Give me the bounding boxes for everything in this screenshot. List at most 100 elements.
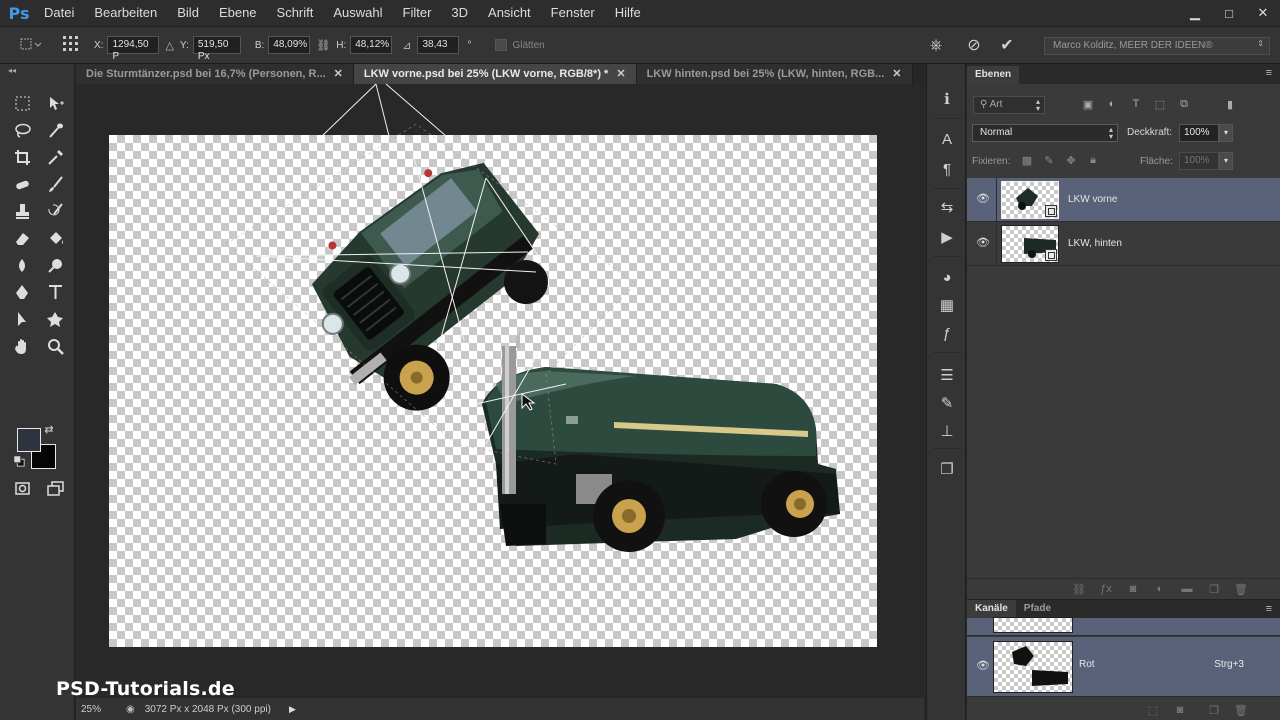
tab-pfade[interactable]: Pfade bbox=[1016, 600, 1059, 618]
opacity-field[interactable]: 100% bbox=[1179, 124, 1219, 142]
channel-row-rgb[interactable] bbox=[967, 617, 1280, 636]
actions-icon[interactable]: ▶ bbox=[936, 226, 958, 248]
menu-hilfe[interactable]: Hilfe bbox=[605, 0, 651, 26]
menu-datei[interactable]: Datei bbox=[34, 0, 84, 26]
move-icon[interactable] bbox=[43, 92, 67, 114]
tab-kanaele[interactable]: Kanäle bbox=[967, 600, 1016, 618]
panel-menu-icon[interactable]: ≡ bbox=[1266, 67, 1272, 79]
menu-auswahl[interactable]: Auswahl bbox=[323, 0, 392, 26]
canvas-area[interactable] bbox=[76, 83, 924, 698]
chevron-down-icon[interactable]: ▾ bbox=[1219, 152, 1233, 170]
paragraph-icon[interactable]: ¶ bbox=[936, 158, 958, 180]
menu-bearbeiten[interactable]: Bearbeiten bbox=[84, 0, 167, 26]
chevron-down-icon[interactable]: ▾ bbox=[1219, 124, 1233, 142]
width-field[interactable]: 48,09% bbox=[268, 36, 311, 54]
eye-icon[interactable]: 👁︎ bbox=[975, 659, 991, 673]
transform-tool-icon[interactable] bbox=[20, 37, 42, 54]
tab-sturmtaenzer[interactable]: Die Sturmtänzer.psd bei 16,7% (Personen,… bbox=[76, 64, 354, 84]
save-selection-icon[interactable]: ◙ bbox=[1172, 704, 1188, 718]
foreground-color-swatch[interactable] bbox=[17, 428, 41, 452]
lasso-icon[interactable] bbox=[10, 119, 34, 141]
filter-toggle-icon[interactable]: ▮ bbox=[1223, 98, 1237, 112]
play-arrow-icon[interactable]: ▶ bbox=[289, 704, 296, 715]
layer-thumbnail[interactable] bbox=[1001, 181, 1059, 219]
pen-icon[interactable] bbox=[10, 281, 34, 303]
x-position-field[interactable]: 1294,50 P bbox=[107, 36, 160, 62]
lock-transparency-icon[interactable]: ▩ bbox=[1020, 154, 1034, 168]
eye-icon[interactable]: 👁︎ bbox=[975, 236, 991, 250]
menu-ansicht[interactable]: Ansicht bbox=[478, 0, 541, 26]
minimize-button[interactable]: ▁ bbox=[1178, 0, 1212, 26]
image-filter-icon[interactable]: ▣ bbox=[1081, 98, 1095, 112]
swatches-icon[interactable]: ▦ bbox=[936, 294, 958, 316]
maximize-button[interactable]: □ bbox=[1212, 0, 1246, 26]
shape-filter-icon[interactable]: ⬚ bbox=[1153, 98, 1167, 112]
zoom-icon[interactable] bbox=[43, 335, 67, 357]
link-icon[interactable]: ⛓ bbox=[316, 39, 330, 52]
channel-row-rot[interactable]: 👁︎ Rot Strg+3 bbox=[967, 637, 1280, 697]
reference-point-icon[interactable] bbox=[62, 35, 80, 56]
bucket-icon[interactable] bbox=[43, 227, 67, 249]
adjustment-layer-icon[interactable]: ◐ bbox=[1152, 583, 1168, 597]
color-icon[interactable]: ◕ bbox=[936, 266, 958, 288]
adjustments-icon[interactable]: ☰ bbox=[936, 364, 958, 386]
layer-filter-select[interactable]: ⚲ Art ▴ ▾ bbox=[973, 96, 1045, 114]
zoom-level[interactable]: 25% bbox=[81, 704, 121, 715]
close-icon[interactable]: ✕ bbox=[892, 68, 901, 80]
tab-lkw-hinten[interactable]: LKW hinten.psd bei 25% (LKW, hinten, RGB… bbox=[636, 64, 913, 84]
warp-icon[interactable]: ⎈ bbox=[926, 36, 946, 56]
smartobject-filter-icon[interactable]: ⧉ bbox=[1177, 98, 1191, 112]
history-brush-icon[interactable] bbox=[43, 200, 67, 222]
eye-icon[interactable]: 👁︎ bbox=[975, 192, 991, 206]
lock-position-icon[interactable]: ✥ bbox=[1064, 154, 1078, 168]
clone-source-icon[interactable]: ⊥ bbox=[936, 420, 958, 442]
healing-icon[interactable] bbox=[10, 173, 34, 195]
fill-field[interactable]: 100% bbox=[1179, 152, 1219, 170]
trash-icon[interactable]: 🗑︎ bbox=[1233, 704, 1249, 718]
layer-thumbnail[interactable] bbox=[1001, 225, 1059, 263]
status-info-icon[interactable]: ◉ bbox=[126, 704, 135, 715]
link-layers-icon[interactable]: ⛓ bbox=[1071, 583, 1087, 597]
new-group-icon[interactable]: ▬ bbox=[1179, 583, 1195, 597]
commit-transform-icon[interactable]: ✔ bbox=[997, 36, 1017, 56]
quick-mask-icon[interactable] bbox=[10, 477, 34, 499]
default-colors-icon[interactable] bbox=[12, 454, 26, 468]
workspace-select[interactable]: Marco Kolditz, MEER DER IDEEN® ⇕ bbox=[1044, 37, 1270, 55]
shape-icon[interactable] bbox=[43, 308, 67, 330]
tab-lkw-vorne[interactable]: LKW vorne.psd bei 25% (LKW vorne, RGB/8*… bbox=[353, 64, 637, 84]
swap-colors-icon[interactable]: ⇄ bbox=[42, 422, 56, 436]
angle-field[interactable]: 38,43 bbox=[417, 36, 460, 54]
history-icon[interactable]: ⇆ bbox=[936, 196, 958, 218]
add-mask-icon[interactable]: ◙ bbox=[1125, 583, 1141, 597]
lock-pixels-icon[interactable]: ✎ bbox=[1042, 154, 1056, 168]
type-icon[interactable] bbox=[43, 281, 67, 303]
screen-mode-icon[interactable] bbox=[43, 477, 67, 499]
layer-name[interactable]: LKW, hinten bbox=[1068, 238, 1122, 249]
panel-menu-icon[interactable]: ≡ bbox=[1266, 603, 1272, 615]
crop-icon[interactable] bbox=[10, 146, 34, 168]
load-selection-icon[interactable]: ⬚ bbox=[1145, 704, 1161, 718]
close-button[interactable]: ✕ bbox=[1246, 0, 1280, 26]
menu-schrift[interactable]: Schrift bbox=[267, 0, 324, 26]
collapse-icon[interactable]: ◂◂ bbox=[8, 66, 16, 75]
layer-row-lkw-vorne[interactable]: 👁︎ LKW vorne bbox=[967, 178, 1280, 222]
dodge-icon[interactable] bbox=[43, 254, 67, 276]
path-select-icon[interactable] bbox=[10, 308, 34, 330]
adjustment-filter-icon[interactable]: ◐ bbox=[1105, 98, 1119, 112]
brush-icon[interactable] bbox=[43, 173, 67, 195]
delta-icon[interactable]: △ bbox=[165, 39, 173, 52]
height-field[interactable]: 48,12% bbox=[350, 36, 393, 54]
new-layer-icon[interactable]: ❐ bbox=[1206, 583, 1222, 597]
hand-icon[interactable] bbox=[10, 335, 34, 357]
tab-ebenen[interactable]: Ebenen bbox=[967, 66, 1020, 84]
menu-bild[interactable]: Bild bbox=[167, 0, 209, 26]
close-icon[interactable]: ✕ bbox=[334, 68, 343, 80]
stamp-icon[interactable] bbox=[10, 200, 34, 222]
3d-icon[interactable]: ❒ bbox=[936, 458, 958, 480]
marquee-icon[interactable] bbox=[10, 92, 34, 114]
trash-icon[interactable]: 🗑︎ bbox=[1233, 583, 1249, 597]
eyedropper-icon[interactable] bbox=[43, 146, 67, 168]
cancel-transform-icon[interactable]: ⊘ bbox=[964, 36, 984, 56]
info-icon[interactable]: ℹ bbox=[936, 88, 958, 110]
close-icon[interactable]: ✕ bbox=[616, 68, 625, 80]
